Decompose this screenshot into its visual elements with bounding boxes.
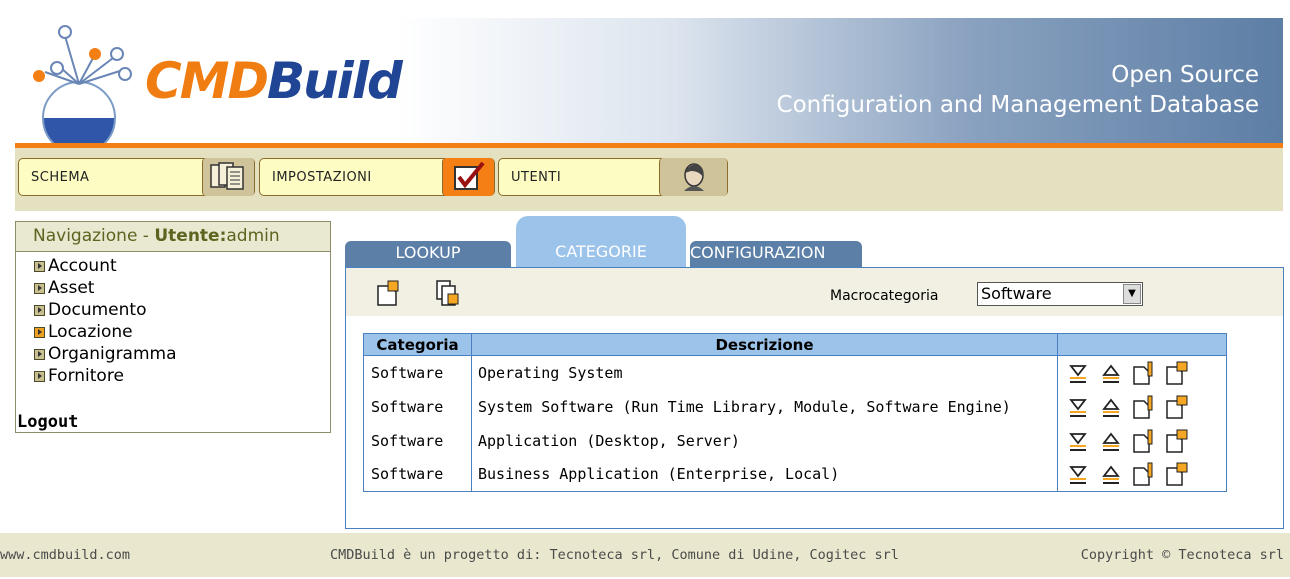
move-down-icon[interactable] — [1066, 429, 1090, 453]
modify-icon[interactable] — [1132, 361, 1156, 385]
nav-item-label: Documento — [48, 300, 147, 320]
cell-actions — [1057, 423, 1227, 458]
utenti-button-label: UTENTI — [511, 169, 562, 185]
categories-table: Categoria Descrizione Software Operating… — [363, 333, 1227, 492]
schema-button[interactable]: SCHEMA — [18, 158, 255, 196]
cmdbuild-logo-icon — [33, 25, 132, 143]
panel-toolbar: Macrocategoria Software ▼ — [346, 268, 1283, 316]
expand-icon — [34, 370, 45, 382]
expand-icon — [34, 260, 45, 272]
brand-title: CMDBuild — [145, 52, 403, 110]
footer-copyright: Copyright © Tecnoteca srl — [1080, 547, 1284, 563]
tab-configurazione[interactable]: CONFIGURAZION — [690, 241, 862, 267]
move-up-icon[interactable] — [1099, 429, 1123, 453]
cell-actions — [1057, 389, 1227, 424]
nav-item-account[interactable]: Account — [34, 255, 330, 277]
footer-website-link[interactable]: www.cmdbuild.com — [0, 547, 130, 563]
nav-item-fornitore[interactable]: Fornitore — [34, 365, 330, 387]
header-tagline: Open Source Configuration and Management… — [777, 60, 1259, 120]
col-categoria[interactable]: Categoria — [363, 333, 472, 356]
macrocategoria-value: Software — [981, 284, 1052, 303]
nav-item-label: Organigramma — [48, 344, 177, 364]
expand-icon — [34, 326, 45, 338]
logout-link[interactable]: Logout — [17, 412, 78, 432]
cell-categoria: Software — [363, 423, 472, 458]
utenti-button[interactable]: UTENTI — [498, 158, 728, 196]
nav-user-name: admin — [226, 226, 280, 246]
nav-item-label: Locazione — [48, 322, 133, 342]
main-menu: SCHEMA IMPOSTAZIONI UTENTI — [15, 148, 1283, 211]
table-row[interactable]: Software System Software (Run Time Libra… — [363, 389, 1227, 424]
cell-categoria: Software — [363, 355, 472, 390]
cell-actions — [1057, 355, 1227, 390]
impostazioni-button-label: IMPOSTAZIONI — [272, 169, 372, 185]
nav-item-organigramma[interactable]: Organigramma — [34, 343, 330, 365]
nav-item-label: Asset — [48, 278, 95, 298]
move-down-icon[interactable] — [1066, 462, 1090, 486]
nav-title-prefix: Navigazione - — [33, 226, 155, 246]
expand-icon — [34, 348, 45, 360]
tab-categorie[interactable]: CATEGORIE — [516, 216, 686, 269]
add-icon[interactable] — [1165, 429, 1189, 453]
macrocategoria-label: Macrocategoria — [830, 288, 939, 304]
cell-categoria: Software — [363, 457, 472, 492]
cell-descrizione: System Software (Run Time Library, Modul… — [471, 389, 1058, 424]
move-down-icon[interactable] — [1066, 361, 1090, 385]
settings-check-icon — [442, 158, 494, 196]
cell-actions — [1057, 457, 1227, 492]
table-row[interactable]: Software Application (Desktop, Server) — [363, 423, 1227, 458]
move-up-icon[interactable] — [1099, 462, 1123, 486]
nav-item-label: Fornitore — [48, 366, 124, 386]
brand-part-build: Build — [266, 52, 403, 110]
col-descrizione[interactable]: Descrizione — [471, 333, 1058, 356]
page-footer: www.cmdbuild.com CMDBuild è un progetto … — [0, 533, 1290, 577]
nav-user-label: Utente: — [154, 226, 227, 246]
categorie-panel: Macrocategoria Software ▼ Categoria Desc… — [345, 267, 1284, 529]
cell-descrizione: Business Application (Enterprise, Local) — [471, 457, 1058, 492]
navigation-panel: Navigazione - Utente:admin Account Asset… — [15, 221, 331, 433]
nav-item-asset[interactable]: Asset — [34, 277, 330, 299]
table-row[interactable]: Software Business Application (Enterpris… — [363, 457, 1227, 492]
schema-button-label: SCHEMA — [31, 169, 90, 185]
table-row[interactable]: Software Operating System — [363, 355, 1227, 390]
move-down-icon[interactable] — [1066, 395, 1090, 419]
schema-icon — [202, 158, 254, 196]
expand-icon — [34, 304, 45, 316]
tab-lookup[interactable]: LOOKUP — [345, 241, 511, 267]
modify-icon[interactable] — [1132, 395, 1156, 419]
move-up-icon[interactable] — [1099, 395, 1123, 419]
col-actions — [1057, 333, 1227, 356]
tagline-line1: Open Source — [1111, 62, 1259, 88]
nav-item-locazione[interactable]: Locazione — [34, 321, 330, 343]
impostazioni-button[interactable]: IMPOSTAZIONI — [259, 158, 495, 196]
user-icon — [659, 158, 727, 196]
macrocategoria-select[interactable]: Software ▼ — [977, 282, 1143, 306]
add-icon[interactable] — [1165, 395, 1189, 419]
app-header: CMDBuild Open Source Configuration and M… — [15, 18, 1283, 143]
cell-categoria: Software — [363, 389, 472, 424]
nav-item-documento[interactable]: Documento — [34, 299, 330, 321]
navigation-list: Account Asset Documento Locazione Organi… — [16, 252, 330, 387]
navigation-title: Navigazione - Utente:admin — [16, 222, 330, 252]
move-up-icon[interactable] — [1099, 361, 1123, 385]
expand-icon — [34, 282, 45, 294]
cell-descrizione: Application (Desktop, Server) — [471, 423, 1058, 458]
footer-credits: CMDBuild è un progetto di: Tecnoteca srl… — [330, 547, 899, 563]
brand-part-cmd: CMD — [145, 52, 269, 110]
cell-descrizione: Operating System — [471, 355, 1058, 390]
modify-icon[interactable] — [1132, 429, 1156, 453]
add-icon[interactable] — [1165, 462, 1189, 486]
tagline-line2: Configuration and Management Database — [776, 92, 1259, 118]
add-icon[interactable] — [1165, 361, 1189, 385]
table-header-row: Categoria Descrizione — [363, 333, 1227, 356]
modify-icon[interactable] — [1132, 462, 1156, 486]
nav-item-label: Account — [48, 256, 117, 276]
dropdown-arrow-icon: ▼ — [1123, 284, 1141, 304]
duplicate-category-icon[interactable] — [436, 280, 460, 306]
add-category-icon[interactable] — [376, 280, 400, 306]
